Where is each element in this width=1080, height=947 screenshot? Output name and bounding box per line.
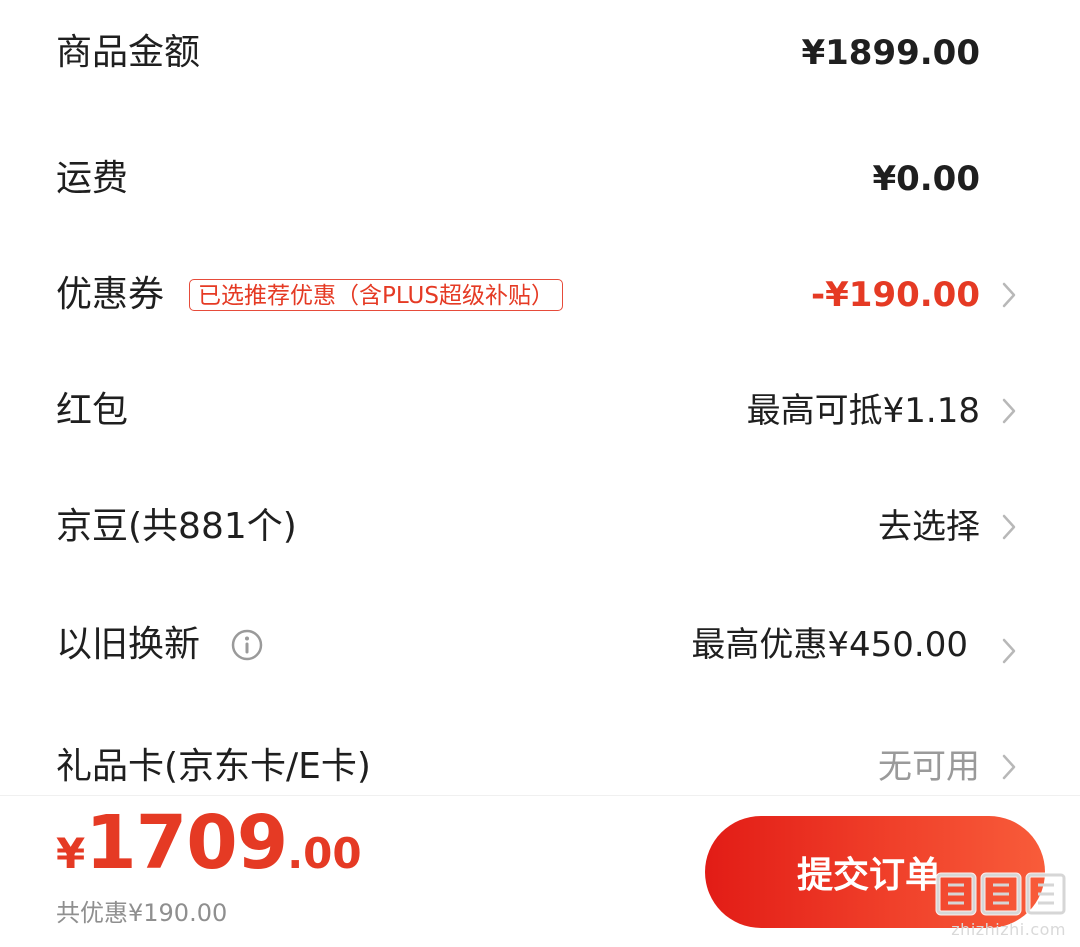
chevron-right-icon[interactable]	[998, 750, 1020, 784]
chevron-right-icon[interactable]	[998, 510, 1020, 544]
chevron-right-icon[interactable]	[998, 394, 1020, 428]
total-savings-text: 共优惠¥190.00	[56, 899, 228, 927]
jingdou-row[interactable]: 京豆(共881个) 去选择	[0, 487, 1080, 567]
coupon-selected-tag: 已选推荐优惠（含PLUS超级补贴）	[189, 279, 563, 311]
chevron-right-icon[interactable]	[998, 278, 1020, 312]
chevron-right-icon[interactable]	[998, 634, 1020, 668]
shipping-label: 运费	[56, 158, 129, 199]
red-packet-value: 最高可抵¥1.18	[746, 391, 980, 431]
gift-card-label: 礼品卡(京东卡/E卡)	[56, 746, 371, 787]
red-packet-row[interactable]: 红包 最高可抵¥1.18	[0, 371, 1080, 451]
goods-amount-row: 商品金额 ¥1899.00	[0, 13, 1080, 93]
coupon-label: 优惠券	[56, 274, 165, 315]
goods-amount-label: 商品金额	[56, 32, 201, 73]
jingdou-label: 京豆(共881个)	[56, 506, 297, 547]
order-total: ¥1709.00	[56, 806, 362, 880]
trade-in-value: 最高优惠¥450.00	[691, 625, 968, 665]
info-circle-icon[interactable]	[230, 628, 264, 662]
total-integer: 1709	[85, 800, 288, 886]
total-decimal: .00	[287, 829, 362, 878]
jingdou-value: 去选择	[878, 507, 980, 547]
coupon-value: -¥190.00	[811, 275, 980, 315]
trade-in-label: 以旧换新	[56, 624, 201, 665]
trade-in-row[interactable]: 以旧换新 最高优惠¥450.00	[0, 605, 1080, 685]
goods-amount-value: ¥1899.00	[801, 33, 980, 73]
coupon-row[interactable]: 优惠券 已选推荐优惠（含PLUS超级补贴） -¥190.00	[0, 255, 1080, 335]
price-details-list: 商品金额 ¥1899.00 运费 ¥0.00 优惠券 已选推荐优惠（含PLUS超…	[0, 0, 1080, 795]
total-currency-symbol: ¥	[56, 829, 86, 878]
red-packet-label: 红包	[56, 390, 129, 431]
submit-order-button[interactable]: 提交订单	[705, 816, 1045, 928]
shipping-value: ¥0.00	[872, 159, 980, 199]
shipping-row: 运费 ¥0.00	[0, 139, 1080, 219]
gift-card-value: 无可用	[878, 747, 980, 787]
checkout-footer: ¥1709.00 共优惠¥190.00 提交订单 zhizhizhi.com	[0, 795, 1080, 947]
